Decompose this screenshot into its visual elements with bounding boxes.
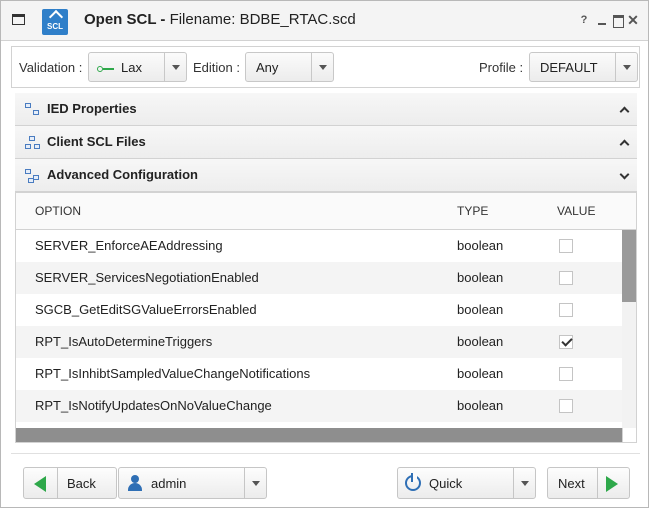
edition-select[interactable]: Any (245, 52, 334, 82)
arrow-right-icon (606, 476, 618, 492)
section-client-scl-files[interactable]: Client SCL Files (15, 126, 637, 159)
table-row[interactable]: SGCB_GetEditSGValueErrorsEnabled boolean (16, 294, 622, 326)
next-label: Next (558, 476, 585, 491)
chevron-down-icon[interactable] (513, 468, 535, 498)
chevron-down-icon[interactable] (244, 468, 266, 498)
open-scl-dialog: SCL Open SCL - Filename: BDBE_RTAC.scd ?… (0, 0, 649, 508)
value-checkbox[interactable] (559, 399, 573, 413)
validation-value: Lax (121, 60, 142, 75)
window-menu-icon[interactable] (12, 14, 25, 25)
user-icon (127, 475, 143, 491)
value-checkbox[interactable] (559, 239, 573, 253)
minimize-button[interactable] (595, 12, 609, 28)
section-advanced-configuration[interactable]: Advanced Configuration (15, 159, 637, 192)
section-title: Client SCL Files (47, 134, 146, 149)
user-value: admin (151, 476, 187, 491)
profile-value: DEFAULT (540, 60, 598, 75)
back-button[interactable]: Back (23, 467, 117, 499)
column-header-value[interactable]: VALUE (557, 204, 595, 218)
table-row[interactable]: SERVER_EnforceAEAddressing boolean (16, 230, 622, 262)
validation-label: Validation : (19, 60, 83, 75)
horizontal-scrollbar[interactable] (16, 428, 622, 442)
table-body: SERVER_EnforceAEAddressing boolean SERVE… (16, 230, 622, 422)
option-type: boolean (457, 398, 504, 413)
arrow-left-icon (34, 476, 46, 492)
power-icon (405, 473, 421, 491)
ied-properties-icon (25, 103, 41, 117)
edition-value: Any (256, 60, 279, 75)
table-row[interactable]: SERVER_ServicesNegotiationEnabled boolea… (16, 262, 622, 294)
value-checkbox[interactable] (559, 367, 573, 381)
scl-logo-icon: SCL (42, 9, 68, 35)
value-checkbox[interactable] (559, 271, 573, 285)
value-checkbox[interactable] (559, 303, 573, 317)
scrollbar-corner (622, 428, 636, 442)
title-bar: SCL Open SCL - Filename: BDBE_RTAC.scd ?… (1, 1, 648, 41)
section-ied-properties[interactable]: IED Properties (15, 93, 637, 126)
chevron-up-icon[interactable] (619, 138, 629, 148)
title-action: Open SCL - (84, 11, 170, 28)
next-button[interactable]: Next (547, 467, 630, 499)
table-row[interactable]: RPT_IsInhibtSampledValueChangeNotificati… (16, 358, 622, 390)
chevron-down-icon[interactable] (619, 171, 629, 181)
close-button[interactable]: ✕ (626, 12, 640, 28)
maximize-button[interactable] (611, 12, 625, 28)
logo-text: SCL (47, 22, 63, 31)
option-name: SERVER_EnforceAEAddressing (35, 238, 223, 253)
option-type: boolean (457, 238, 504, 253)
section-title: IED Properties (47, 101, 137, 116)
option-type: boolean (457, 302, 504, 317)
client-scl-files-icon (25, 136, 41, 150)
table-header: OPTION TYPE VALUE (16, 193, 636, 230)
options-row: Validation : Lax Edition : Any Profile :… (11, 46, 640, 88)
table-row[interactable]: RPT_IsAutoDetermineTriggers boolean (16, 326, 622, 358)
option-type: boolean (457, 334, 504, 349)
advanced-configuration-icon (25, 169, 41, 183)
advanced-options-table: OPTION TYPE VALUE SERVER_EnforceAEAddres… (15, 192, 637, 443)
key-icon (97, 66, 115, 72)
column-header-option[interactable]: OPTION (35, 204, 81, 218)
option-name: SGCB_GetEditSGValueErrorsEnabled (35, 302, 257, 317)
profile-select[interactable]: DEFAULT (529, 52, 638, 82)
option-name: SERVER_ServicesNegotiationEnabled (35, 270, 259, 285)
vertical-scrollbar-thumb[interactable] (622, 230, 636, 302)
table-row[interactable]: RPT_IsNotifyUpdatesOnNoValueChange boole… (16, 390, 622, 422)
footer-bar: Back admin Quick Next (11, 453, 640, 503)
help-button[interactable]: ? (577, 12, 591, 28)
option-type: boolean (457, 270, 504, 285)
option-type: boolean (457, 366, 504, 381)
option-name: RPT_IsAutoDetermineTriggers (35, 334, 213, 349)
window-title: Open SCL - Filename: BDBE_RTAC.scd (84, 11, 356, 28)
edition-label: Edition : (193, 60, 240, 75)
chevron-up-icon[interactable] (619, 105, 629, 115)
validation-select[interactable]: Lax (88, 52, 187, 82)
back-label: Back (67, 476, 96, 491)
mode-select[interactable]: Quick (397, 467, 536, 499)
profile-label: Profile : (479, 60, 524, 75)
column-header-type[interactable]: TYPE (457, 204, 488, 218)
chevron-down-icon[interactable] (615, 53, 637, 81)
user-select[interactable]: admin (118, 467, 267, 499)
section-title: Advanced Configuration (47, 167, 198, 182)
option-name: RPT_IsInhibtSampledValueChangeNotificati… (35, 366, 311, 381)
option-name: RPT_IsNotifyUpdatesOnNoValueChange (35, 398, 272, 413)
mode-value: Quick (429, 476, 463, 491)
title-filename: Filename: BDBE_RTAC.scd (169, 11, 356, 28)
value-checkbox[interactable] (559, 335, 573, 349)
chevron-down-icon[interactable] (164, 53, 186, 81)
chevron-down-icon[interactable] (311, 53, 333, 81)
